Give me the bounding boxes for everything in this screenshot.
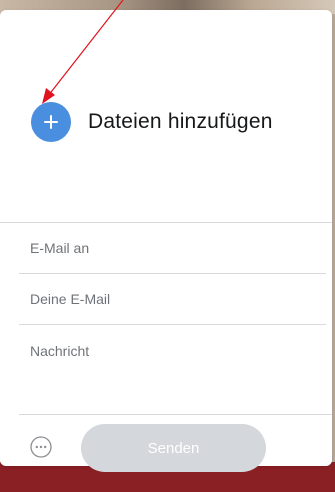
- transfer-panel: Dateien hinzufügen: [0, 10, 332, 466]
- divider: [19, 414, 332, 415]
- email-from-field-wrapper: [19, 274, 326, 325]
- more-options-icon[interactable]: [30, 436, 52, 458]
- message-textarea[interactable]: [19, 325, 326, 405]
- email-to-field-wrapper: [19, 223, 326, 274]
- message-field-wrapper: [19, 325, 326, 415]
- add-files-label[interactable]: Dateien hinzufügen: [88, 110, 273, 134]
- plus-icon[interactable]: [31, 102, 71, 142]
- send-button[interactable]: Senden: [81, 424, 266, 472]
- email-to-input[interactable]: [19, 223, 326, 274]
- email-from-input[interactable]: [19, 274, 326, 325]
- add-files-button[interactable]: Dateien hinzufügen: [31, 102, 273, 142]
